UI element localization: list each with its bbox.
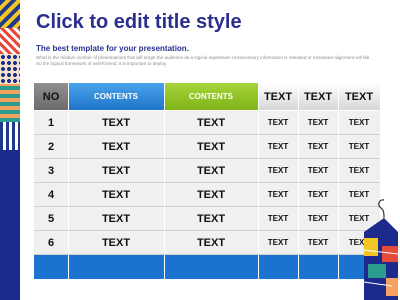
row-number: 4	[47, 188, 55, 201]
table-row[interactable]: 5 TEXT TEXT TEXT TEXT TEXT	[34, 207, 380, 231]
table-row[interactable]: 4 TEXT TEXT TEXT TEXT TEXT	[34, 183, 380, 207]
table-cell[interactable]: TEXT	[338, 135, 380, 158]
table-cell[interactable]: TEXT	[298, 111, 338, 134]
table-cell[interactable]: TEXT	[164, 183, 258, 206]
header-contents-blue[interactable]: CONTENTS	[68, 83, 164, 110]
row-number: 1	[47, 116, 55, 129]
table-cell[interactable]: TEXT	[258, 231, 298, 254]
slide-description[interactable]: What is the relative number of presentat…	[36, 55, 376, 67]
pattern-block	[0, 122, 20, 150]
row-number: 5	[47, 212, 55, 225]
table-cell[interactable]: TEXT	[258, 207, 298, 230]
table-cell[interactable]: TEXT	[68, 207, 164, 230]
table-cell[interactable]: TEXT	[164, 159, 258, 182]
table-cell[interactable]: TEXT	[258, 183, 298, 206]
decorative-pattern-strip	[0, 0, 20, 300]
table-cell[interactable]: TEXT	[68, 183, 164, 206]
table-cell[interactable]: TEXT	[164, 111, 258, 134]
hanger-garment-illustration	[363, 199, 399, 300]
column-divider	[258, 83, 259, 279]
table-cell[interactable]: TEXT	[164, 231, 258, 254]
table-footer-bar	[34, 255, 380, 279]
table-row[interactable]: 2 TEXT TEXT TEXT TEXT TEXT	[34, 135, 380, 159]
table-cell[interactable]: TEXT	[298, 183, 338, 206]
table-cell[interactable]: TEXT	[298, 135, 338, 158]
table-cell[interactable]: TEXT	[258, 135, 298, 158]
table-row[interactable]: 6 TEXT TEXT TEXT TEXT TEXT	[34, 231, 380, 255]
pattern-block	[0, 84, 20, 122]
header-text-col-4[interactable]: TEXT	[258, 83, 298, 110]
pattern-block	[0, 54, 20, 84]
table-row[interactable]: 3 TEXT TEXT TEXT TEXT TEXT	[34, 159, 380, 183]
column-divider	[298, 83, 299, 279]
table-cell[interactable]: TEXT	[68, 111, 164, 134]
table-row[interactable]: 1 TEXT TEXT TEXT TEXT TEXT	[34, 111, 380, 135]
pattern-block	[0, 150, 20, 300]
pattern-block	[0, 0, 20, 28]
table-cell[interactable]: TEXT	[258, 111, 298, 134]
header-no[interactable]: NO	[34, 83, 68, 110]
table-cell[interactable]: TEXT	[298, 231, 338, 254]
column-divider	[68, 83, 69, 279]
header-text-col-5[interactable]: TEXT	[298, 83, 338, 110]
column-divider	[338, 83, 339, 279]
table-cell[interactable]: TEXT	[164, 207, 258, 230]
table-cell[interactable]: TEXT	[298, 159, 338, 182]
table-cell[interactable]: TEXT	[164, 135, 258, 158]
slide-subtitle[interactable]: The best template for your presentation.	[36, 44, 189, 53]
table-cell[interactable]: TEXT	[298, 207, 338, 230]
header-contents-green[interactable]: CONTENTS	[164, 83, 258, 110]
table-cell[interactable]: TEXT	[258, 159, 298, 182]
table-cell[interactable]: TEXT	[68, 135, 164, 158]
table-cell[interactable]: TEXT	[68, 159, 164, 182]
table-cell[interactable]: TEXT	[68, 231, 164, 254]
header-text-col-6[interactable]: TEXT	[338, 83, 380, 110]
slide-title[interactable]: Click to edit title style	[36, 11, 242, 34]
row-number: 2	[47, 140, 55, 153]
pattern-block	[0, 28, 20, 54]
column-divider	[164, 83, 165, 279]
data-table[interactable]: NO CONTENTS CONTENTS TEXT TEXT TEXT 1 TE…	[34, 83, 380, 279]
table-cell[interactable]: TEXT	[338, 111, 380, 134]
table-cell[interactable]: TEXT	[338, 159, 380, 182]
row-number: 6	[47, 236, 55, 249]
row-number: 3	[47, 164, 55, 177]
